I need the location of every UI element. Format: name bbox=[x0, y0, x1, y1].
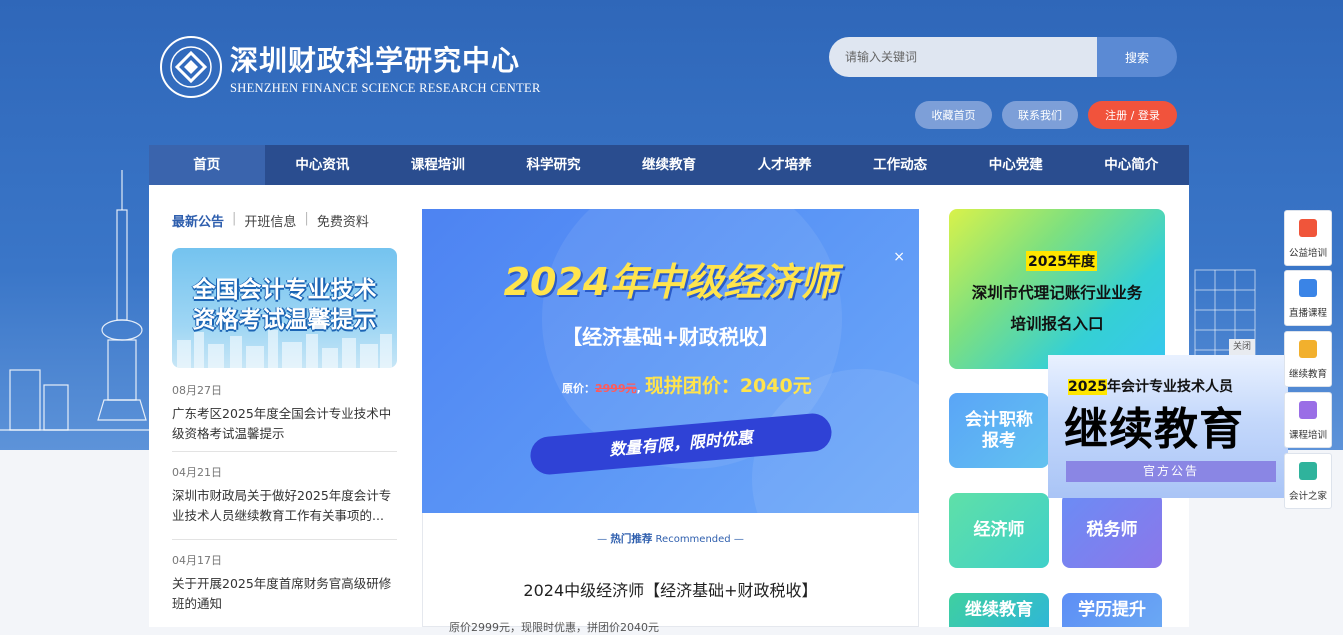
side-item-course-training[interactable]: 课程培训 bbox=[1284, 392, 1332, 448]
divider bbox=[172, 539, 397, 540]
news-date: 04月17日 bbox=[172, 554, 222, 567]
search-input[interactable] bbox=[829, 37, 1097, 77]
book-icon bbox=[1299, 401, 1317, 419]
nav-item-news[interactable]: 中心资讯 bbox=[265, 145, 381, 185]
divider bbox=[172, 451, 397, 452]
old-price: 2999元 bbox=[595, 382, 637, 395]
nav-item-courses[interactable]: 课程培训 bbox=[380, 145, 496, 185]
tile-line-1: 深圳市代理记账行业业务 bbox=[971, 284, 1143, 302]
tab-latest-notice[interactable]: 最新公告 bbox=[172, 211, 224, 230]
continuing-education-tile[interactable]: 继续教育 bbox=[949, 593, 1049, 627]
new-price: 现拼团价：2040元 bbox=[644, 375, 812, 397]
side-item-label: 会计之家 bbox=[1288, 491, 1327, 502]
ad-close-button[interactable]: 关闭 bbox=[1229, 339, 1255, 355]
nav-item-continuing-education[interactable]: 继续教育 bbox=[611, 145, 727, 185]
notice-tabs: 最新公告 | 开班信息 | 免费资料 bbox=[172, 211, 369, 230]
list-item[interactable]: 04月17日 关于开展2025年度首席财务官高级研修班的通知 bbox=[172, 552, 397, 614]
nav-item-about[interactable]: 中心简介 bbox=[1074, 145, 1190, 185]
tax-advisor-tile[interactable]: 税务师 bbox=[1062, 493, 1162, 568]
nav-item-talent[interactable]: 人才培养 bbox=[727, 145, 843, 185]
home-icon bbox=[1299, 462, 1317, 480]
tile-line-2: 培训报名入口 bbox=[1010, 315, 1104, 333]
recommend-label-cn: 热门推荐 bbox=[610, 533, 653, 545]
degree-tile[interactable]: 学历提升 bbox=[1062, 593, 1162, 627]
logo-title-cn: 深圳财政科学研究中心 bbox=[230, 43, 521, 77]
ad-line-2: 继续教育 bbox=[1064, 404, 1244, 455]
side-item-continuing-education[interactable]: 继续教育 bbox=[1284, 331, 1332, 387]
recommend-extra: 原价2999元，现限时优惠，拼团价2040元 bbox=[449, 621, 659, 634]
side-item-label: 公益培训 bbox=[1288, 248, 1327, 259]
price-label: 原价： bbox=[562, 382, 595, 395]
news-date: 08月27日 bbox=[172, 384, 222, 397]
main-content: 最新公告 | 开班信息 | 免费资料 全国会计专业技术 资格考试温馨提示 08月… bbox=[149, 185, 1189, 634]
side-item-accounting-home[interactable]: 会计之家 bbox=[1284, 453, 1332, 509]
logo-emblem-icon bbox=[160, 36, 222, 98]
news-date: 04月21日 bbox=[172, 466, 222, 479]
search-bar: 搜索 bbox=[829, 37, 1177, 77]
tab-separator: | bbox=[304, 211, 309, 226]
logo-title-en: SHENZHEN FINANCE SCIENCE RESEARCH CENTER bbox=[230, 80, 541, 95]
list-item[interactable]: 04月21日 深圳市财政局关于做好2025年度会计专业技术人员继续教育工作有关事… bbox=[172, 464, 397, 526]
nav-item-home[interactable]: 首页 bbox=[149, 145, 265, 185]
news-title[interactable]: 广东考区2025年度全国会计专业技术中级资格考试温馨提示 bbox=[172, 404, 397, 444]
nav-item-party[interactable]: 中心党建 bbox=[958, 145, 1074, 185]
main-nav: 首页 中心资讯 课程培训 科学研究 继续教育 人才培养 工作动态 中心党建 中心… bbox=[149, 145, 1189, 185]
news-title[interactable]: 关于开展2025年度首席财务官高级研修班的通知 bbox=[172, 574, 397, 614]
side-item-label: 继续教育 bbox=[1288, 369, 1327, 380]
promo-title: 2024年中级经济师 bbox=[503, 260, 838, 304]
site-logo[interactable]: 深圳财政科学研究中心 SHENZHEN FINANCE SCIENCE RESE… bbox=[160, 36, 541, 98]
banner-line-2: 资格考试温馨提示 bbox=[192, 307, 377, 333]
ad-line-3: 官方公告 bbox=[1066, 461, 1276, 482]
floating-ad[interactable]: 2025年会计专业技术人员 继续教育 官方公告 bbox=[1048, 355, 1288, 498]
list-item[interactable]: 08月27日 广东考区2025年度全国会计专业技术中级资格考试温馨提示 bbox=[172, 382, 397, 444]
side-item-public-training[interactable]: 公益培训 bbox=[1284, 210, 1332, 266]
accounting-title-tile[interactable]: 会计职称 报考 bbox=[949, 393, 1049, 468]
recommend-label: — 热门推荐 Recommended — bbox=[597, 533, 744, 545]
tab-class-info[interactable]: 开班信息 bbox=[244, 211, 296, 230]
nav-item-work-updates[interactable]: 工作动态 bbox=[842, 145, 958, 185]
live-icon bbox=[1299, 279, 1317, 297]
search-button[interactable]: 搜索 bbox=[1097, 37, 1177, 77]
bookmark-button[interactable]: 收藏首页 bbox=[915, 101, 992, 129]
exam-notice-banner[interactable]: 全国会计专业技术 资格考试温馨提示 bbox=[172, 248, 397, 368]
side-item-live-courses[interactable]: 直播课程 bbox=[1284, 270, 1332, 326]
tab-free-materials[interactable]: 免费资料 bbox=[317, 211, 369, 230]
recommend-title[interactable]: 2024中级经济师【经济基础+财政税收】 bbox=[422, 577, 919, 601]
promo-subtitle: 【经济基础+财政税收】 bbox=[562, 325, 779, 349]
bookkeeping-training-tile[interactable]: 2025年度 深圳市代理记账行业业务 培训报名入口 bbox=[949, 209, 1165, 369]
contact-button[interactable]: 联系我们 bbox=[1002, 101, 1078, 129]
education-icon bbox=[1299, 340, 1317, 358]
promo-price: 原价：2999元, 现拼团价：2040元 bbox=[562, 375, 812, 397]
promo-banner[interactable]: 2024年中级经济师 【经济基础+财政税收】 原价：2999元, 现拼团价：204… bbox=[422, 209, 919, 513]
news-title[interactable]: 深圳市财政局关于做好2025年度会计专业技术人员继续教育工作有关事项的... bbox=[172, 486, 397, 526]
side-item-label: 课程培训 bbox=[1288, 430, 1327, 441]
close-icon[interactable]: × bbox=[893, 249, 905, 265]
nav-item-research[interactable]: 科学研究 bbox=[496, 145, 612, 185]
economist-tile[interactable]: 经济师 bbox=[949, 493, 1049, 568]
banner-line-1: 全国会计专业技术 bbox=[192, 277, 377, 303]
tab-separator: | bbox=[232, 211, 237, 226]
city-skyline-illustration bbox=[0, 170, 160, 431]
side-item-label: 直播课程 bbox=[1288, 308, 1327, 319]
tile-year: 2025年度 bbox=[1026, 251, 1097, 271]
login-register-button[interactable]: 注册 / 登录 bbox=[1088, 101, 1177, 129]
training-icon bbox=[1299, 219, 1317, 237]
recommend-label-en: Recommended bbox=[655, 534, 731, 545]
